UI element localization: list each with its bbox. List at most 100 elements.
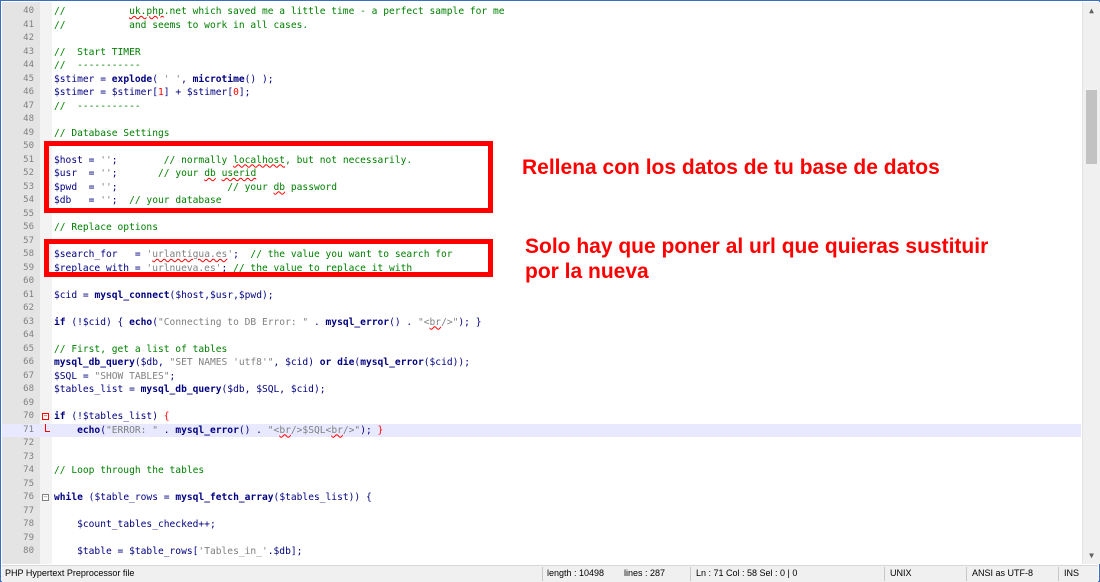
line-number: 62: [23, 303, 34, 313]
code-token: ));: [452, 357, 470, 368]
code-token: =: [158, 492, 176, 503]
code-line[interactable]: 78 $count_tables_checked++;: [2, 518, 1081, 532]
code-line[interactable]: 80 $table = $table_rows['Tables_in_'.$db…: [2, 545, 1081, 559]
code-token: mysql_db_query: [54, 357, 135, 368]
code-token: // -----------: [54, 60, 141, 71]
code-line[interactable]: 73: [2, 451, 1081, 465]
code-token: (: [152, 73, 164, 85]
code-line[interactable]: 46 $stimer = $stimer[1] + $stimer[0];: [2, 86, 1081, 100]
code-line[interactable]: 41 // and seems to work in all cases.: [2, 19, 1081, 33]
line-number: 42: [23, 33, 34, 43]
code-line[interactable]: 75: [2, 478, 1081, 492]
code-token: "<: [417, 316, 430, 328]
code-token: =: [123, 384, 141, 395]
code-line[interactable]: 64: [2, 329, 1081, 343]
code-text: mysql_db_query($db, "SET NAMES 'utf8'", …: [54, 356, 470, 370]
status-position: Ln : 71 Col : 58 Sel : 0 | 0: [696, 568, 798, 578]
fold-collapse-icon[interactable]: −: [42, 413, 49, 420]
code-token: $table: [77, 546, 112, 557]
code-line[interactable]: 71 echo("ERROR: " . mysql_error() . "<br…: [2, 423, 1081, 437]
line-number: 45: [23, 73, 34, 84]
code-line[interactable]: 40 // uk.php.net which saved me a little …: [2, 5, 1081, 19]
code-line[interactable]: 72: [2, 437, 1081, 451]
code-line[interactable]: 43 // Start TIMER: [2, 46, 1081, 60]
code-line[interactable]: 44 // -----------: [2, 59, 1081, 73]
code-token: // Replace options: [54, 222, 158, 233]
code-token: "SET NAMES 'utf8'": [169, 357, 274, 368]
code-line[interactable]: 76 − while ($table_rows = mysql_fetch_arra…: [2, 491, 1081, 505]
code-text: $count_tables_checked++;: [54, 518, 216, 532]
code-line[interactable]: 65 // First, get a list of tables: [2, 343, 1081, 357]
code-line[interactable]: 42: [2, 32, 1081, 46]
line-number: 59: [23, 262, 34, 273]
code-line[interactable]: 67 $SQL = "SHOW TABLES";: [2, 370, 1081, 384]
scroll-down-icon[interactable]: ▼: [1083, 547, 1100, 564]
code-token: "ERROR: ": [106, 424, 158, 436]
code-token: ): [152, 411, 164, 422]
code-text: if (!$tables_list) {: [54, 410, 170, 424]
line-number: 78: [23, 519, 34, 529]
code-token: ] +: [163, 87, 187, 98]
code-line[interactable]: 45 $stimer = explode( ' ', microtime() );: [2, 73, 1081, 87]
line-number: 67: [23, 370, 34, 381]
code-token: "Connecting to DB Error: ": [158, 316, 309, 328]
code-token: .: [308, 316, 326, 328]
code-token: while: [54, 492, 83, 503]
code-line[interactable]: 47 // -----------: [2, 100, 1081, 114]
code-token: mysql_connect: [94, 289, 170, 301]
code-token: mysql_db_query: [140, 384, 222, 395]
code-text: // -----------: [54, 59, 141, 73]
code-line[interactable]: 48: [2, 113, 1081, 127]
line-number: 56: [23, 222, 34, 232]
line-number: 65: [23, 343, 34, 354]
code-line[interactable]: 77: [2, 505, 1081, 519]
line-number: 75: [23, 478, 34, 489]
code-token: $db: [140, 357, 158, 368]
code-token: $tables_list: [54, 384, 124, 395]
line-number: 46: [23, 87, 34, 97]
code-line[interactable]: 56 // Replace options: [2, 221, 1081, 235]
code-line[interactable]: 79: [2, 532, 1081, 546]
code-token: )) {: [348, 492, 372, 503]
status-separator: [690, 567, 691, 581]
code-token: // Start TIMER: [54, 46, 141, 58]
code-token: ;: [169, 370, 176, 382]
line-number: 77: [23, 505, 34, 516]
status-eol: UNIX: [890, 568, 912, 578]
code-token: =: [77, 370, 95, 382]
code-token: =: [77, 289, 95, 301]
scrollbar-thumb[interactable]: [1086, 90, 1097, 164]
status-separator: [542, 567, 543, 581]
fold-collapse-icon[interactable]: −: [42, 494, 49, 501]
line-number: 60: [23, 276, 34, 286]
scroll-up-icon[interactable]: ▲: [1083, 2, 1100, 19]
code-token: echo: [129, 316, 153, 328]
code-line[interactable]: 68 $tables_list = mysql_db_query($db, $SQ…: [2, 383, 1081, 397]
code-token: =: [94, 73, 112, 85]
code-token: $SQL: [256, 384, 280, 395]
code-token: $SQL: [54, 370, 78, 382]
line-number: 63: [23, 316, 34, 327]
line-number: 49: [23, 127, 34, 138]
line-number: 71: [23, 424, 34, 435]
code-token: ); }: [458, 316, 482, 328]
code-line[interactable]: 63 if (!$cid) { echo("Connecting to DB Er…: [2, 316, 1081, 330]
line-number: 64: [23, 330, 34, 340]
code-line[interactable]: 49 // Database Settings: [2, 127, 1081, 141]
code-line[interactable]: 74 // Loop through the tables: [2, 464, 1081, 478]
code-token: () .: [238, 424, 268, 436]
annotation-box-db-settings: [44, 141, 493, 213]
code-line[interactable]: 61 $cid = mysql_connect($host,$usr,$pwd);: [2, 289, 1081, 303]
code-token: if: [54, 411, 66, 422]
code-text: $stimer = $stimer[1] + $stimer[0];: [54, 86, 250, 100]
line-number: 53: [23, 181, 34, 192]
code-token: $cid: [290, 384, 314, 395]
code-line[interactable]: 69: [2, 397, 1081, 411]
code-token: // First, get a list of tables: [54, 343, 228, 355]
code-token: br: [429, 316, 442, 328]
code-line[interactable]: 70 − if (!$tables_list) {: [2, 410, 1081, 424]
code-line[interactable]: 62: [2, 302, 1081, 316]
code-token: );: [313, 384, 326, 395]
code-line[interactable]: 66 mysql_db_query($db, "SET NAMES 'utf8'"…: [2, 356, 1081, 370]
